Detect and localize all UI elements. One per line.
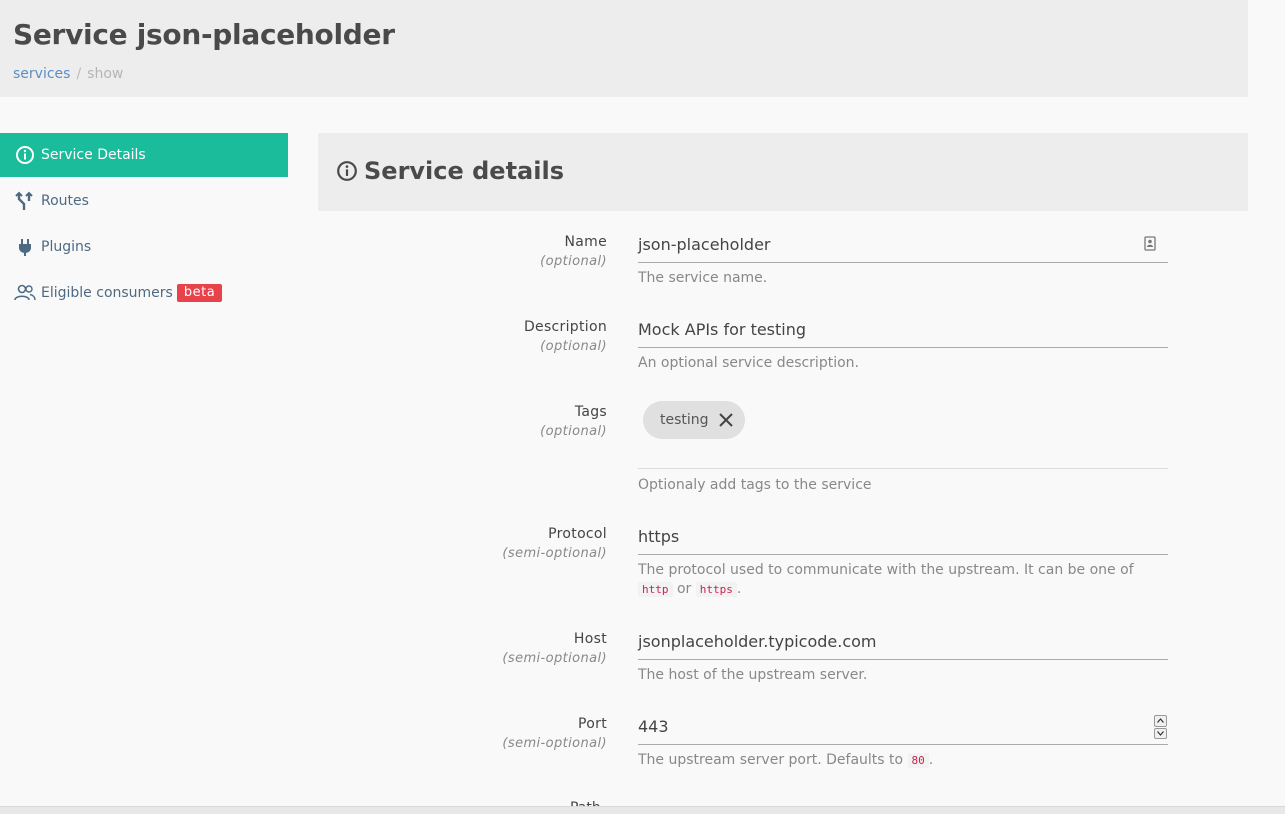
panel-title: Service details (335, 157, 564, 185)
panel-header: Service details (318, 133, 1248, 211)
protocol-help-code-https: https (695, 582, 737, 597)
name-optional: (optional) (540, 254, 607, 269)
tag-chip: testing (643, 401, 745, 439)
host-optional: (semi-optional) (502, 651, 607, 666)
plug-icon (14, 236, 36, 258)
breadcrumb-services-link[interactable]: services (13, 66, 70, 82)
port-help: The upstream server port. Defaults to 80… (638, 751, 1168, 770)
description-optional: (optional) (540, 339, 607, 354)
sidebar-item-plugins[interactable]: Plugins (0, 225, 288, 269)
description-field-group: Mock APIs for testing An optional servic… (638, 314, 1168, 373)
sidebar-item-label: Eligible consumers (41, 285, 173, 301)
port-help-code: 80 (907, 753, 929, 768)
chevron-up-icon[interactable] (1154, 715, 1167, 727)
protocol-optional: (semi-optional) (502, 546, 607, 561)
protocol-help-end: . (736, 581, 742, 597)
protocol-input-value: https (638, 527, 680, 546)
sidebar-item-service-details[interactable]: Service Details (0, 133, 288, 177)
host-input[interactable]: jsonplaceholder.typicode.com (638, 626, 1168, 660)
sidebar-item-label: Service Details (41, 147, 146, 163)
protocol-input[interactable]: https (638, 521, 1168, 555)
port-help-text: The upstream server port. Defaults to (638, 752, 904, 768)
tags-label: Tags (574, 404, 607, 420)
tags-input[interactable]: testing (638, 400, 1168, 469)
description-input-value: Mock APIs for testing (638, 320, 807, 339)
protocol-label-group: Protocol (semi-optional) (502, 526, 607, 561)
breadcrumb-separator: / (76, 66, 82, 82)
page-title: Service json-placeholder (13, 18, 395, 51)
horizontal-scrollbar[interactable] (0, 806, 1285, 814)
host-help: The host of the upstream server. (638, 667, 868, 683)
description-help: An optional service description. (638, 355, 859, 371)
routes-icon (14, 190, 36, 212)
protocol-label: Protocol (548, 526, 607, 542)
beta-badge: beta (176, 284, 223, 302)
protocol-help: The protocol used to communicate with th… (638, 561, 1168, 599)
protocol-help-text: The protocol used to communicate with th… (638, 562, 1134, 578)
description-label-group: Description (optional) (524, 319, 607, 354)
name-input-value: json-placeholder (638, 235, 771, 254)
tag-chip-label: testing (660, 412, 709, 428)
breadcrumb: services / show (13, 66, 123, 82)
protocol-help-code-http: http (638, 582, 673, 597)
sidebar-item-label: Plugins (41, 239, 92, 255)
tags-optional: (optional) (540, 424, 607, 439)
users-icon (14, 282, 36, 304)
breadcrumb-current: show (87, 66, 124, 82)
sidebar-item-eligible-consumers[interactable]: Eligible consumers beta (0, 271, 288, 315)
name-field-group: json-placeholder The service name. (638, 229, 1168, 288)
port-label: Port (578, 716, 607, 732)
host-label-group: Host (semi-optional) (502, 631, 607, 666)
sidebar: Service Details Routes Plugins Eligible … (0, 133, 288, 317)
tags-help: Optionaly add tags to the service (638, 477, 872, 493)
tags-field-group: testing Optionaly add tags to the servic… (638, 400, 1168, 495)
host-field-group: jsonplaceholder.typicode.com The host of… (638, 626, 1168, 685)
port-help-end: . (928, 752, 934, 768)
panel-title-text: Service details (364, 157, 564, 185)
info-icon (335, 159, 359, 183)
close-icon[interactable] (715, 409, 737, 431)
tags-label-group: Tags (optional) (540, 404, 607, 439)
port-input-value: 443 (638, 717, 669, 736)
info-icon (14, 144, 36, 166)
contact-card-icon[interactable] (1144, 236, 1156, 255)
protocol-help-or: or (676, 581, 692, 597)
name-label-group: Name (optional) (540, 234, 607, 269)
port-optional: (semi-optional) (502, 736, 607, 751)
chevron-down-icon[interactable] (1154, 727, 1167, 739)
sidebar-item-routes[interactable]: Routes (0, 179, 288, 223)
sidebar-item-label: Routes (41, 193, 89, 209)
description-input[interactable]: Mock APIs for testing (638, 314, 1168, 348)
page-header: Service json-placeholder services / show (0, 0, 1248, 97)
description-label: Description (523, 319, 607, 335)
name-label: Name (564, 234, 607, 250)
port-input[interactable]: 443 (638, 711, 1168, 745)
port-field-group: 443 The upstream server port. Defaults t… (638, 711, 1168, 770)
port-stepper[interactable] (1154, 715, 1167, 740)
protocol-field-group: https The protocol used to communicate w… (638, 521, 1168, 599)
host-label: Host (573, 631, 607, 647)
name-help: The service name. (638, 270, 768, 286)
host-input-value: jsonplaceholder.typicode.com (638, 632, 877, 651)
port-label-group: Port (semi-optional) (502, 716, 607, 751)
name-input[interactable]: json-placeholder (638, 229, 1168, 263)
